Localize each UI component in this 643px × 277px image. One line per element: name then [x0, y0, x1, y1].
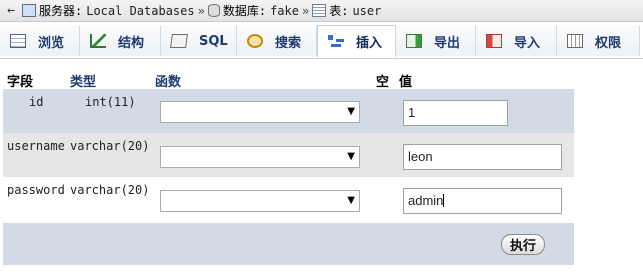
tab-privileges[interactable]: 权限: [557, 26, 640, 56]
tab-label: 浏览: [38, 35, 65, 51]
browse-icon: [10, 34, 26, 48]
tab-bar: 浏览 结构 SQL 搜索 插入 导出 导入 权限: [0, 22, 643, 59]
server-icon: [22, 4, 36, 17]
tab-label: 结构: [118, 35, 145, 51]
breadcrumb: ← 服务器: Local Databases » 数据库: fake » 表: …: [0, 0, 643, 22]
privileges-icon: [567, 34, 583, 48]
import-icon: [486, 34, 502, 48]
dropdown-arrow-icon: ▼: [347, 151, 355, 162]
breadcrumb-separator: »: [197, 3, 205, 18]
database-icon: [207, 4, 220, 17]
value-text: admin: [408, 193, 444, 208]
field-name: password: [7, 183, 65, 197]
go-button[interactable]: 执行: [501, 234, 545, 255]
tab-label: 插入: [356, 36, 383, 51]
field-name: id: [29, 95, 44, 109]
breadcrumb-server[interactable]: 服务器: Local Databases: [22, 2, 195, 19]
structure-icon: [90, 34, 106, 48]
field-type: int(11): [85, 95, 136, 109]
function-select[interactable]: ▼: [160, 190, 360, 212]
table-row: id int(11) ▼ 1: [3, 89, 574, 133]
table-icon: [312, 4, 327, 17]
tab-export[interactable]: 导出: [396, 26, 476, 56]
value-input[interactable]: 1: [403, 100, 508, 126]
breadcrumb-database[interactable]: 数据库: fake: [207, 2, 299, 19]
function-select[interactable]: ▼: [160, 101, 360, 123]
tab-import[interactable]: 导入: [476, 26, 557, 56]
back-arrow-icon[interactable]: ←: [0, 3, 22, 18]
header-function[interactable]: 函数: [155, 71, 181, 90]
tab-label: SQL: [199, 33, 228, 49]
header-null: 空: [376, 75, 390, 90]
server-name[interactable]: Local Databases: [86, 4, 194, 18]
value-text: leon: [408, 149, 433, 164]
tab-insert[interactable]: 插入: [317, 25, 396, 57]
server-label: 服务器:: [39, 4, 83, 18]
breadcrumb-table[interactable]: 表: user: [312, 2, 381, 19]
value-input[interactable]: leon: [403, 144, 562, 170]
field-type: varchar(20): [70, 183, 150, 197]
value-input[interactable]: admin: [403, 188, 562, 214]
header-value: 值: [399, 75, 413, 90]
tab-label: 权限: [595, 35, 622, 51]
dropdown-arrow-icon: ▼: [347, 195, 355, 206]
tab-sql[interactable]: SQL: [161, 26, 237, 56]
tab-label: 搜索: [275, 35, 302, 51]
tab-structure[interactable]: 结构: [80, 26, 161, 56]
header-type[interactable]: 类型: [70, 71, 96, 90]
tab-label: 导入: [514, 35, 541, 51]
value-text: 1: [408, 105, 416, 120]
text-cursor: [443, 194, 445, 207]
field-name: username: [7, 139, 65, 153]
table-row: username varchar(20) ▼ leon: [3, 133, 574, 177]
table-row: password varchar(20) ▼ admin: [3, 177, 574, 221]
tab-search[interactable]: 搜索: [237, 26, 317, 56]
sql-icon: [170, 34, 188, 48]
tab-browse[interactable]: 浏览: [0, 26, 80, 56]
database-label: 数据库:: [222, 4, 267, 18]
table-name[interactable]: user: [352, 4, 381, 18]
header-field: 字段: [7, 75, 34, 90]
form-footer: 执行: [3, 223, 574, 265]
insert-icon: [328, 34, 344, 49]
breadcrumb-separator: »: [301, 3, 310, 18]
table-label: 表:: [329, 4, 349, 18]
function-select[interactable]: ▼: [160, 146, 360, 168]
field-type: varchar(20): [70, 139, 150, 153]
export-icon: [406, 34, 422, 48]
search-icon: [247, 34, 263, 48]
database-name[interactable]: fake: [270, 4, 299, 18]
table-header: 字段 类型 函数 空 值: [3, 68, 574, 90]
tab-label: 导出: [434, 35, 461, 51]
dropdown-arrow-icon: ▼: [347, 106, 355, 117]
